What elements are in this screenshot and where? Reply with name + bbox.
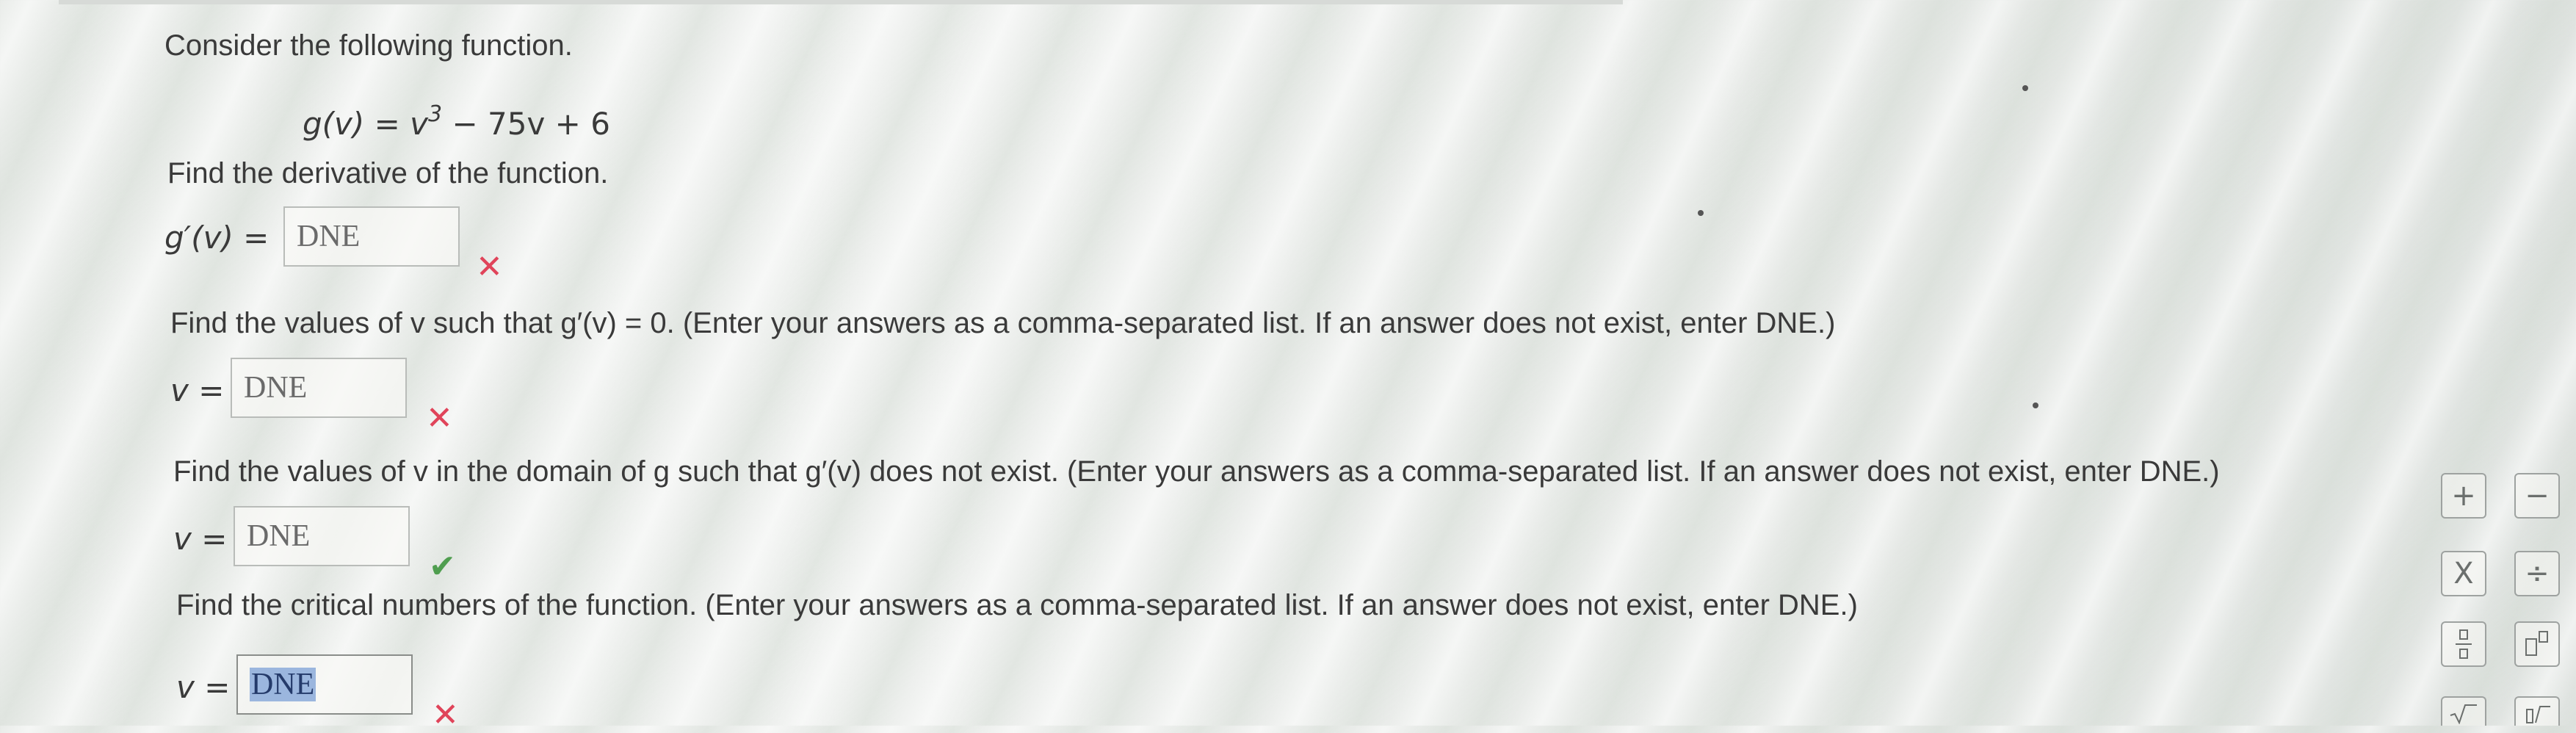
function-lhs: g(v) = v [303,106,429,142]
q1-label: g′(v) = [164,220,269,256]
zero-derivative-answer-field[interactable]: DNE [231,358,407,418]
q4-prompt: Find the critical numbers of the functio… [176,589,1858,621]
exponent-button[interactable] [2514,621,2560,667]
function-rhs: − 75v + 6 [442,106,610,142]
function-exponent: 3 [428,101,443,127]
intro-text: Consider the following function. [164,29,573,62]
incorrect-icon: ✕ [426,400,453,436]
q3-label: v = [173,521,228,557]
nth-root-button[interactable] [2514,696,2560,726]
fraction-button[interactable] [2441,621,2486,667]
speck [2033,402,2038,408]
nth-root-icon [2526,706,2550,723]
square-root-button[interactable] [2441,696,2486,726]
q3-prompt: Find the values of v in the domain of g … [173,455,2220,488]
exponent-icon [2525,631,2548,656]
top-divider [59,0,1623,4]
math-pad-minus-button[interactable]: − [2514,473,2560,519]
derivative-answer-field[interactable]: DNE [283,206,460,267]
function-definition: g(v) = v3 − 75v + 6 [303,97,610,142]
selected-answer-text: DNE [250,668,316,701]
q2-prompt: Find the values of v such that g′(v) = 0… [170,307,1836,339]
q2-label: v = [170,372,225,408]
speck [1698,210,1704,216]
undefined-derivative-answer-field[interactable]: DNE [234,506,410,566]
correct-check-icon: ✔ [429,549,456,585]
math-pad-times-button[interactable]: X [2441,551,2486,596]
math-pad-plus-button[interactable]: + [2441,473,2486,519]
incorrect-icon: ✕ [432,697,459,733]
critical-numbers-answer-field[interactable]: DNE [236,654,413,715]
q1-prompt: Find the derivative of the function. [167,157,609,189]
speck [2022,85,2028,91]
incorrect-icon: ✕ [476,249,503,285]
fraction-icon [2456,629,2472,659]
math-pad-divide-button[interactable]: ÷ [2514,551,2560,596]
square-root-icon [2450,704,2477,724]
q4-label: v = [176,669,231,705]
